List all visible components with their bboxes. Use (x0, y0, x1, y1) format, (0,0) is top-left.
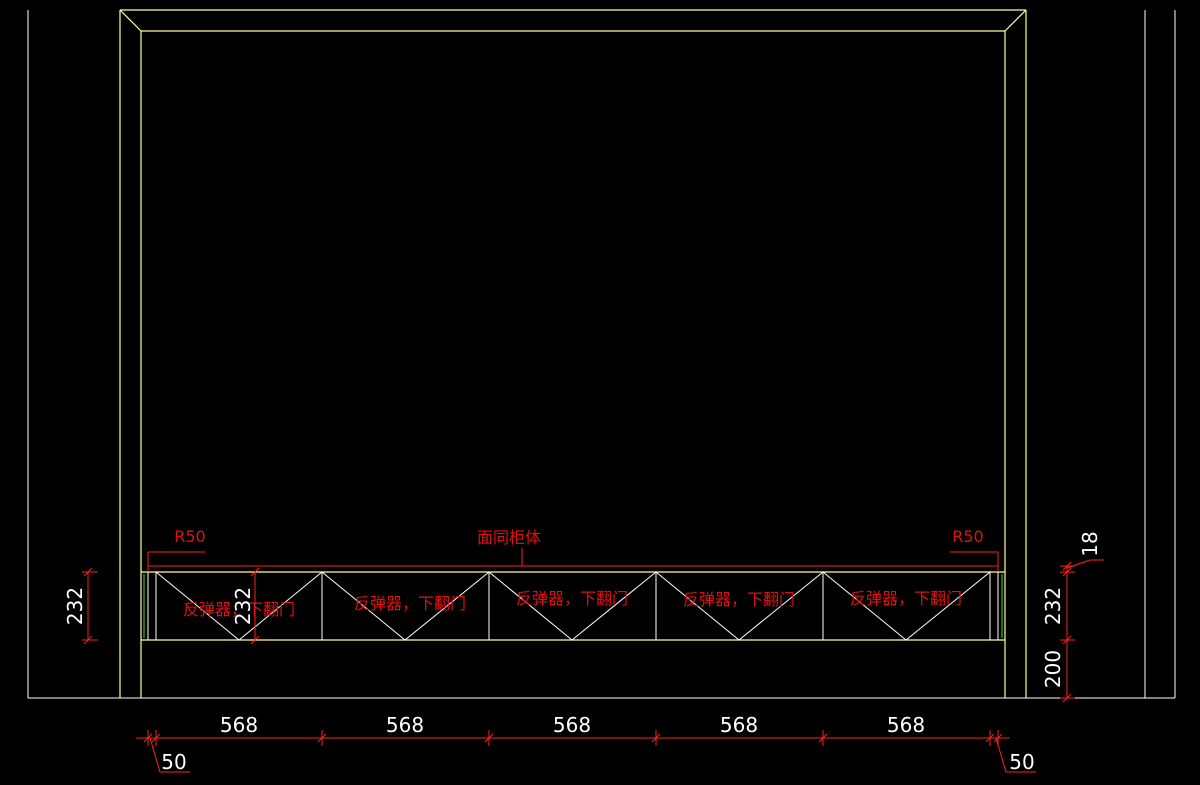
radius-left: R50 (174, 527, 205, 546)
right-bottom-text: 200 (1041, 650, 1065, 688)
door-label-4: 反弹器，下翻门 (683, 590, 795, 609)
annotation-title: 面同柜体 (477, 528, 541, 547)
right-dims (1060, 559, 1104, 703)
door-label-2: 反弹器，下翻门 (354, 594, 466, 613)
right-top-text: 18 (1078, 531, 1102, 556)
offset-left-text: 50 (161, 750, 186, 774)
right-mid-text: 232 (1041, 587, 1065, 625)
width-text-1: 568 (220, 713, 258, 737)
inner-height-text: 232 (231, 587, 255, 625)
door-label-5: 反弹器，下翻门 (850, 589, 962, 608)
door-label-3: 反弹器，下翻门 (516, 589, 628, 608)
width-text-2: 568 (386, 713, 424, 737)
top-annotation (147, 548, 999, 572)
width-text-3: 568 (553, 713, 591, 737)
left-height-text: 232 (63, 587, 87, 625)
width-text-5: 568 (887, 713, 925, 737)
offset-right-text: 50 (1009, 750, 1034, 774)
width-text-4: 568 (720, 713, 758, 737)
cad-drawing: 面同柜体 R50 R50 反弹器，下翻门 反弹器，下翻门 反弹器，下翻门 反弹器… (27, 9, 1176, 774)
radius-right: R50 (952, 527, 983, 546)
